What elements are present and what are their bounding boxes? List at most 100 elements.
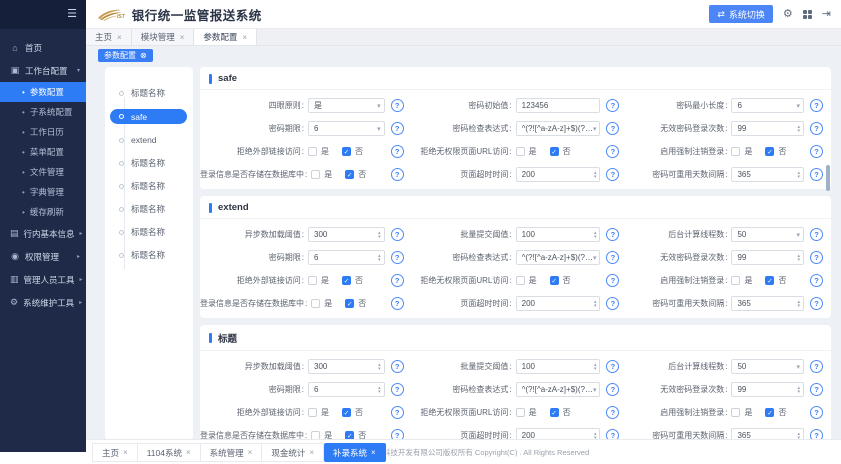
close-icon[interactable]: × — [248, 448, 253, 457]
close-icon[interactable]: × — [242, 33, 247, 42]
spinner-arrows-icon[interactable]: ▴▾ — [797, 386, 800, 394]
help-icon[interactable]: ? — [391, 383, 404, 396]
bottom-tab-system-mgmt[interactable]: 系统管理× — [201, 443, 263, 462]
checkbox-no[interactable]: ✓ — [342, 276, 351, 285]
select-password-check-regex[interactable]: ^(?![^a-zA-z]+$)(?!\D+$)([0-9A-Z...▾ — [516, 121, 601, 136]
spinner-password-period[interactable]: 6▴▾ — [308, 382, 385, 397]
sidebar-item-file-mgmt[interactable]: •文件管理 — [0, 162, 86, 182]
logout-icon[interactable]: ⇥ — [822, 7, 831, 20]
help-icon[interactable]: ? — [391, 145, 404, 158]
checkbox-yes[interactable] — [516, 147, 525, 156]
spinner-arrows-icon[interactable]: ▴▾ — [594, 171, 597, 179]
sidebar-item-permission-mgmt[interactable]: ◉权限管理▸ — [0, 245, 86, 268]
checkbox-yes[interactable] — [308, 147, 317, 156]
sidebar-item-work-calendar[interactable]: •工作日历 — [0, 122, 86, 142]
sidebar-item-subsystem-config[interactable]: •子系统配置 — [0, 102, 86, 122]
help-icon[interactable]: ? — [810, 99, 823, 112]
close-icon[interactable]: × — [123, 448, 128, 457]
checkbox-no[interactable]: ✓ — [550, 276, 559, 285]
checkbox-no[interactable]: ✓ — [342, 147, 351, 156]
help-icon[interactable]: ? — [606, 251, 619, 264]
gear-icon[interactable]: ⚙ — [783, 9, 793, 20]
anchor-item-extend[interactable]: extend — [105, 133, 193, 147]
checkbox-yes[interactable] — [308, 408, 317, 417]
help-icon[interactable]: ? — [391, 360, 404, 373]
help-icon[interactable]: ? — [606, 99, 619, 112]
anchor-item-title-5[interactable]: 标题名称 — [105, 225, 193, 239]
help-icon[interactable]: ? — [606, 228, 619, 241]
bottom-tab-cash-stats[interactable]: 现金统计× — [262, 443, 324, 462]
select-password-check-regex[interactable]: ^(?![^a-zA-z]+$)(?!\D+$)([0-9A-Z...▾ — [516, 250, 601, 265]
help-icon[interactable]: ? — [606, 274, 619, 287]
help-icon[interactable]: ? — [810, 251, 823, 264]
checkbox-yes[interactable] — [308, 276, 317, 285]
spinner-arrows-icon[interactable]: ▴▾ — [594, 231, 597, 239]
spinner-page-timeout[interactable]: 200▴▾ — [516, 167, 601, 182]
sidebar-item-dict-mgmt[interactable]: •字典管理 — [0, 182, 86, 202]
checkbox-no[interactable]: ✓ — [345, 170, 354, 179]
anchor-item-title-2[interactable]: 标题名称 — [105, 156, 193, 170]
help-icon[interactable]: ? — [391, 297, 404, 310]
apps-grid-icon[interactable] — [803, 10, 812, 19]
spinner-arrows-icon[interactable]: ▴▾ — [378, 363, 381, 371]
spinner-invalid-password-logins[interactable]: 99▴▾ — [731, 250, 804, 265]
help-icon[interactable]: ? — [391, 122, 404, 135]
help-icon[interactable]: ? — [606, 406, 619, 419]
spinner-password-period[interactable]: 6▴▾ — [308, 250, 385, 265]
help-icon[interactable]: ? — [810, 168, 823, 181]
help-icon[interactable]: ? — [391, 274, 404, 287]
checkbox-yes[interactable] — [311, 170, 320, 179]
help-icon[interactable]: ? — [810, 383, 823, 396]
spinner-password-reuse-days[interactable]: 365▴▾ — [731, 167, 804, 182]
close-icon[interactable]: × — [180, 33, 185, 42]
select-password-period[interactable]: 6▾ — [308, 121, 385, 136]
spinner-arrows-icon[interactable]: ▴▾ — [797, 254, 800, 262]
select-password-check-regex[interactable]: ^(?![^a-zA-z]+$)(?!\D+$)([0-9A-Z...▾ — [516, 382, 601, 397]
spinner-arrows-icon[interactable]: ▴▾ — [594, 363, 597, 371]
route-tag[interactable]: 参数配置 ⊗ — [98, 49, 153, 62]
help-icon[interactable]: ? — [606, 168, 619, 181]
bottom-tab-system-1104[interactable]: 1104系统× — [138, 443, 201, 462]
input-password-initial-value[interactable]: 123456 — [516, 98, 601, 113]
tab-module-mgmt[interactable]: 模块管理× — [132, 29, 195, 45]
help-icon[interactable]: ? — [606, 145, 619, 158]
help-icon[interactable]: ? — [606, 360, 619, 373]
help-icon[interactable]: ? — [810, 122, 823, 135]
checkbox-yes[interactable] — [731, 408, 740, 417]
close-icon[interactable]: × — [186, 448, 191, 457]
bottom-tab-home[interactable]: 主页× — [92, 443, 138, 462]
help-icon[interactable]: ? — [391, 406, 404, 419]
spinner-arrows-icon[interactable]: ▴▾ — [378, 386, 381, 394]
spinner-async-load-threshold[interactable]: 300▴▾ — [308, 359, 385, 374]
system-switch-button[interactable]: ⇄ 系统切换 — [709, 5, 773, 23]
close-icon[interactable]: × — [117, 33, 122, 42]
help-icon[interactable]: ? — [391, 251, 404, 264]
select-four-eyes-principle[interactable]: 是▾ — [308, 98, 385, 113]
help-icon[interactable]: ? — [391, 228, 404, 241]
spinner-arrows-icon[interactable]: ▴▾ — [378, 231, 381, 239]
help-icon[interactable]: ? — [391, 99, 404, 112]
spinner-async-load-threshold[interactable]: 300▴▾ — [308, 227, 385, 242]
checkbox-no[interactable]: ✓ — [342, 408, 351, 417]
help-icon[interactable]: ? — [810, 228, 823, 241]
anchor-item-title-1[interactable]: 标题名称 — [105, 86, 193, 100]
sidebar-item-param-config[interactable]: •参数配置 — [0, 82, 86, 102]
spinner-arrows-icon[interactable]: ▴▾ — [594, 300, 597, 308]
spinner-arrows-icon[interactable]: ▴▾ — [378, 254, 381, 262]
help-icon[interactable]: ? — [810, 297, 823, 310]
checkbox-no[interactable]: ✓ — [765, 147, 774, 156]
bottom-tab-supplement-system[interactable]: 补录系统× — [324, 443, 386, 462]
checkbox-yes[interactable] — [311, 299, 320, 308]
sidebar-item-menu-config[interactable]: •菜单配置 — [0, 142, 86, 162]
help-icon[interactable]: ? — [606, 297, 619, 310]
tag-close-icon[interactable]: ⊗ — [140, 51, 147, 60]
checkbox-yes[interactable] — [731, 147, 740, 156]
help-icon[interactable]: ? — [810, 274, 823, 287]
spinner-arrows-icon[interactable]: ▴▾ — [797, 125, 800, 133]
close-icon[interactable]: × — [371, 448, 376, 457]
anchor-item-title-6[interactable]: 标题名称 — [105, 248, 193, 262]
help-icon[interactable]: ? — [810, 145, 823, 158]
spinner-page-timeout[interactable]: 200▴▾ — [516, 296, 601, 311]
anchor-item-title-4[interactable]: 标题名称 — [105, 202, 193, 216]
close-icon[interactable]: × — [309, 448, 314, 457]
